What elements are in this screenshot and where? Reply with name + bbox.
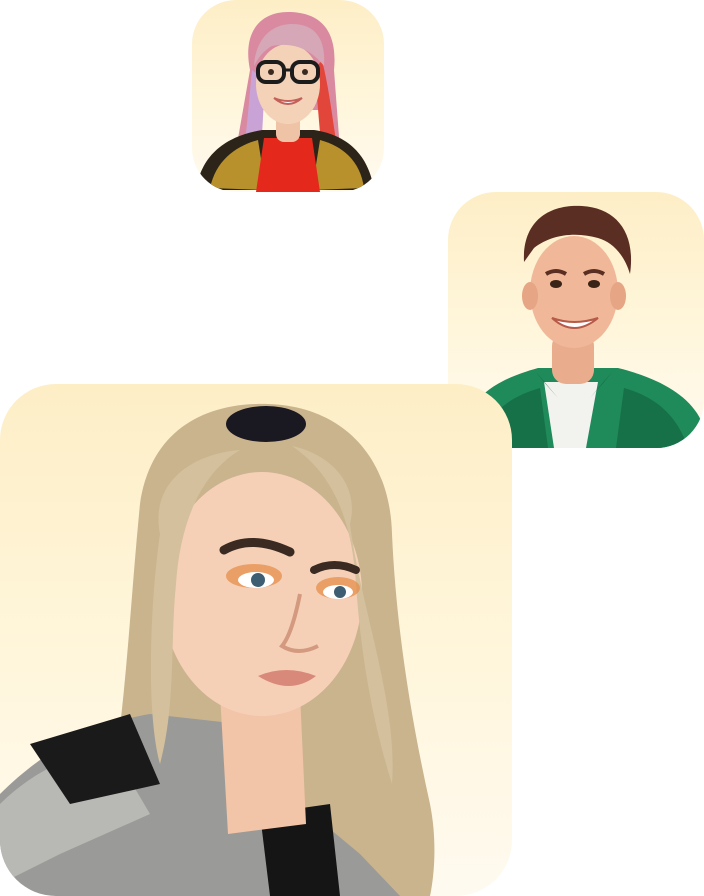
portrait-woman-glasses-image [196, 12, 374, 192]
portrait-woman-blonde-image [0, 403, 435, 896]
portrait-card-woman-blonde [0, 384, 512, 896]
portrait-card-woman-glasses [192, 0, 384, 192]
